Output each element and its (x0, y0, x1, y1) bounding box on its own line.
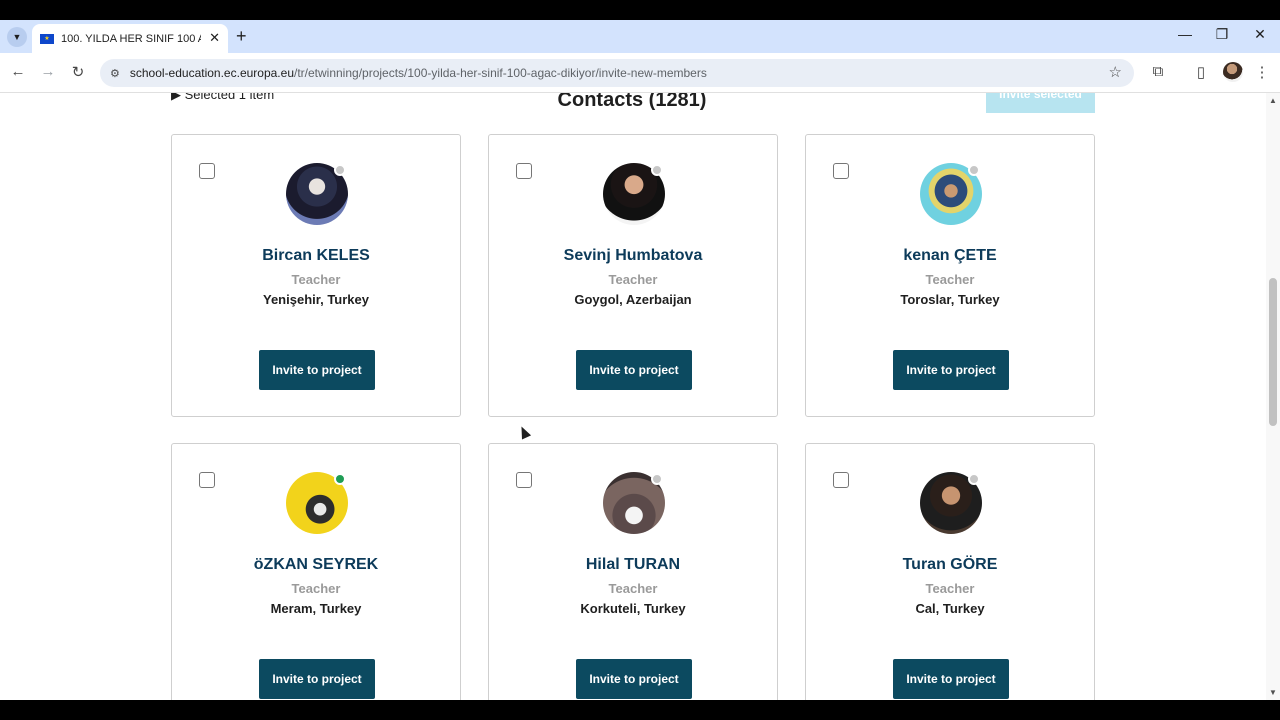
member-checkbox[interactable] (199, 163, 215, 179)
member-checkbox[interactable] (516, 163, 532, 179)
member-role: Teacher (291, 581, 341, 596)
member-checkbox[interactable] (833, 472, 849, 488)
invite-to-project-button[interactable]: Invite to project (893, 659, 1009, 699)
url-host: school-education.ec.europa.eu (129, 66, 294, 80)
invite-to-project-button[interactable]: Invite to project (893, 350, 1009, 390)
member-checkbox[interactable] (199, 472, 215, 488)
member-card: Sevinj Humbatova Teacher Goygol, Azerbai… (488, 134, 778, 417)
member-role: Teacher (608, 581, 658, 596)
member-name[interactable]: kenan ÇETE (806, 247, 1094, 265)
status-dot (334, 164, 346, 176)
url-text: school-education.ec.europa.eu/tr/etwinni… (130, 66, 707, 80)
kebab-menu-icon[interactable]: ⋮ (1252, 63, 1272, 81)
avatar (603, 472, 665, 534)
status-dot (651, 473, 663, 485)
side-panel-icon[interactable]: ▯ (1191, 63, 1211, 81)
member-name[interactable]: Hilal TURAN (489, 556, 777, 574)
member-name[interactable]: Sevinj Humbatova (489, 247, 777, 265)
member-role: Teacher (608, 272, 658, 287)
tab-strip: ▼ ★ 100. YILDA HER SINIF 100 AĞAÇ ✕ + — … (0, 20, 1280, 53)
star-icon[interactable]: ☆ (1109, 63, 1122, 81)
arrow-right-icon[interactable]: → (38, 63, 58, 80)
avatar (286, 163, 348, 225)
invite-to-project-button[interactable]: Invite to project (259, 350, 375, 390)
chevron-down-icon[interactable]: ▼ (7, 27, 27, 47)
close-window-icon[interactable]: ✕ (1250, 26, 1270, 43)
member-name[interactable]: öZKAN SEYREK (172, 556, 460, 574)
member-checkbox[interactable] (516, 472, 532, 488)
profile-avatar[interactable] (1223, 62, 1243, 82)
member-name[interactable]: Turan GÖRE (806, 556, 1094, 574)
member-role: Teacher (291, 272, 341, 287)
status-dot (968, 164, 980, 176)
tab-title: 100. YILDA HER SINIF 100 AĞAÇ (61, 32, 201, 45)
tune-icon[interactable]: ⚙ (110, 67, 120, 80)
tab-active[interactable]: ★ 100. YILDA HER SINIF 100 AĞAÇ ✕ (32, 24, 228, 53)
mouse-cursor (516, 424, 532, 440)
member-location: Cal, Turkey (915, 601, 985, 616)
member-card: öZKAN SEYREK Teacher Meram, Turkey Invit… (171, 443, 461, 700)
member-card: Hilal TURAN Teacher Korkuteli, Turkey In… (488, 443, 778, 700)
avatar (920, 163, 982, 225)
status-dot (651, 164, 663, 176)
member-card: kenan ÇETE Teacher Toroslar, Turkey Invi… (805, 134, 1095, 417)
member-location: Meram, Turkey (270, 601, 362, 616)
eu-flag-icon: ★ (40, 33, 54, 44)
minimize-icon[interactable]: — (1175, 26, 1195, 42)
invite-to-project-button[interactable]: Invite to project (576, 350, 692, 390)
reload-icon[interactable]: ↻ (68, 63, 88, 81)
member-checkbox[interactable] (833, 163, 849, 179)
member-location: Goygol, Azerbaijan (574, 292, 692, 307)
status-dot (968, 473, 980, 485)
member-role: Teacher (925, 581, 975, 596)
member-location: Yenişehir, Turkey (263, 292, 369, 307)
member-location: Toroslar, Turkey (900, 292, 1000, 307)
vertical-scrollbar[interactable]: ▲ ▼ (1266, 93, 1280, 700)
arrow-left-icon[interactable]: ← (8, 63, 28, 80)
member-name[interactable]: Bircan KELES (172, 247, 460, 265)
status-dot-online (334, 473, 346, 485)
invite-to-project-button[interactable]: Invite to project (259, 659, 375, 699)
scrollbar-thumb[interactable] (1269, 278, 1277, 426)
member-card: Turan GÖRE Teacher Cal, Turkey Invite to… (805, 443, 1095, 700)
puzzle-icon[interactable]: ⧉ (1148, 63, 1168, 80)
member-location: Korkuteli, Turkey (580, 601, 686, 616)
scroll-up-icon[interactable]: ▲ (1269, 96, 1277, 105)
browser-toolbar: ← → ↻ ⚙ school-education.ec.europa.eu/tr… (0, 53, 1280, 93)
address-bar[interactable]: ⚙ school-education.ec.europa.eu/tr/etwin… (100, 59, 1134, 87)
page-viewport: ▶ Selected 1 item Contacts (1281) Invite… (0, 93, 1280, 700)
plus-icon[interactable]: + (236, 26, 247, 47)
member-role: Teacher (925, 272, 975, 287)
member-card: Bircan KELES Teacher Yenişehir, Turkey I… (171, 134, 461, 417)
avatar (920, 472, 982, 534)
avatar (286, 472, 348, 534)
invite-selected-button[interactable]: Invite selected (986, 93, 1095, 113)
browser-window: ▼ ★ 100. YILDA HER SINIF 100 AĞAÇ ✕ + — … (0, 0, 1280, 720)
url-path: /tr/etwinning/projects/100-yilda-her-sin… (294, 66, 707, 80)
invite-to-project-button[interactable]: Invite to project (576, 659, 692, 699)
avatar (603, 163, 665, 225)
close-icon[interactable]: ✕ (209, 30, 220, 46)
restore-icon[interactable]: ❐ (1212, 26, 1232, 43)
scroll-down-icon[interactable]: ▼ (1269, 688, 1277, 697)
